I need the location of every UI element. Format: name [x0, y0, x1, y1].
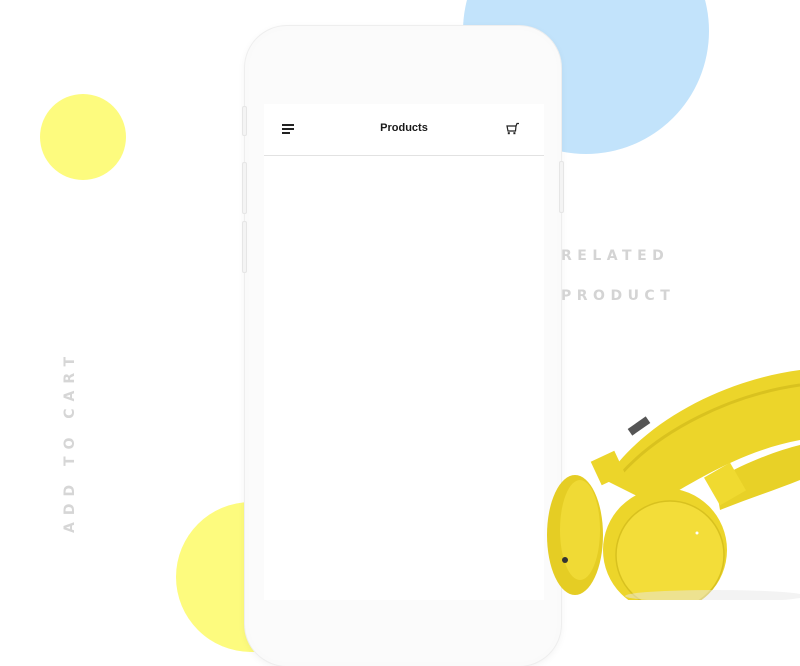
cart-icon[interactable] — [506, 122, 520, 136]
headphones-image — [547, 370, 800, 600]
app-bar: Products — [264, 104, 544, 156]
phone-screen: Products — [264, 104, 544, 600]
related-product-label-line2: PRODUCT — [561, 288, 676, 304]
phone-power-button — [559, 161, 564, 213]
phone-mute-switch — [242, 106, 247, 136]
related-product-label-line1: RELATED — [561, 248, 670, 264]
phone-volume-down — [242, 221, 247, 273]
phone-volume-up — [242, 162, 247, 214]
brand-tag — [627, 416, 651, 436]
add-to-cart-label: ADD TO CART — [62, 349, 78, 533]
page-title: Products — [380, 122, 428, 134]
decorative-yellow-circle — [40, 94, 126, 180]
